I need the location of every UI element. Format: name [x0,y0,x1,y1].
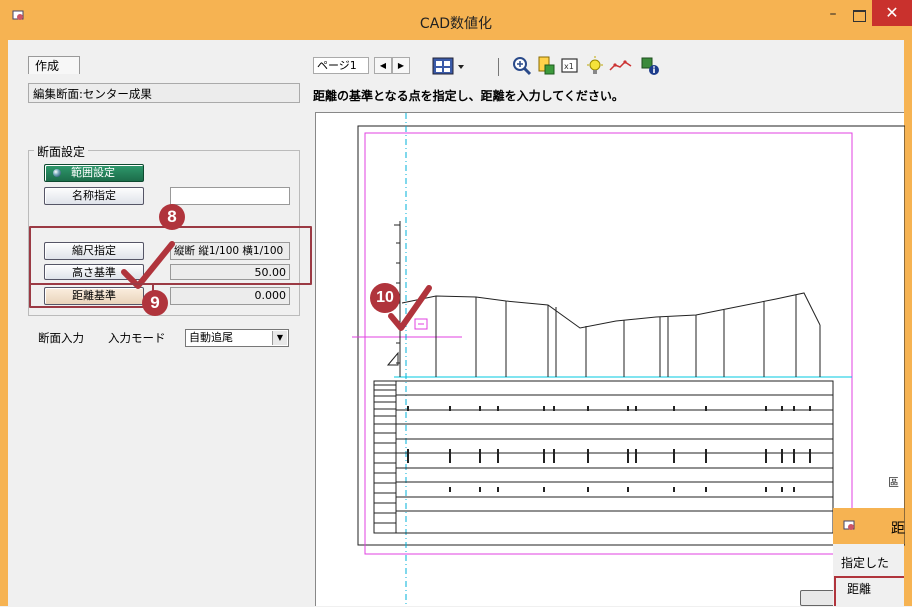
zoom-window-icon[interactable]: x1 [560,56,580,76]
range-setting-label: 範囲設定 [71,166,115,179]
minimize-button[interactable]: – [822,7,844,25]
distance-value-field: 0.000 [170,287,290,305]
zoom-icon[interactable] [512,56,532,76]
info-icon[interactable] [640,56,660,76]
input-mode-value: 自動追尾 [189,331,233,344]
close-button[interactable]: ✕ [872,0,912,26]
radio-dot-icon [53,169,61,177]
name-field[interactable] [170,187,290,205]
window-frame-left [0,40,8,606]
callout-dialog-highlight [834,576,904,606]
callout-9-badge: 9 [142,290,168,316]
checkmark-icon [388,285,432,331]
range-setting-button[interactable]: 範囲設定 [44,164,144,182]
layout-icon[interactable] [432,56,466,76]
input-mode-label: 入力モード [108,331,166,345]
window-frame-right [904,40,912,606]
line-icon[interactable] [609,56,635,76]
instruction-text: 距離の基準となる点を指定し、距離を入力してください。 [313,89,624,103]
dialog-button[interactable] [800,590,836,606]
section-name-field: 編集断面:センター成果 [28,83,300,103]
dialog-prompt: 指定した [841,556,890,570]
chevron-down-icon: ▼ [272,331,287,345]
section-input-label: 断面入力 [38,331,84,345]
input-mode-select[interactable]: 自動追尾 ▼ [185,329,289,347]
callout-9-highlight [29,283,154,308]
maximize-button[interactable] [848,7,870,25]
cross-section-drawing[interactable]: 區 [316,113,905,607]
toolbar-separator [498,58,499,76]
group-title: 断面設定 [34,143,89,160]
side-marker-text: 區 [888,476,899,489]
prev-page-button[interactable]: ◀ [374,57,392,74]
light-icon[interactable] [585,56,605,76]
dialog-title: 距 [891,521,905,537]
page-fit-icon[interactable] [536,56,556,76]
window-title: CAD数値化 [419,16,493,32]
distance-dialog-titlebar[interactable]: 距 [833,508,905,544]
tab-create[interactable]: 作成 [28,56,80,74]
next-page-button[interactable]: ▶ [392,57,410,74]
page-selector[interactable]: ページ1 [313,57,369,74]
dialog-app-icon [843,520,855,530]
cad-canvas[interactable]: 區 [315,112,905,607]
svg-text:x1: x1 [564,62,574,71]
name-specify-button[interactable]: 名称指定 [44,187,144,205]
callout-8-badge: 8 [159,204,185,230]
